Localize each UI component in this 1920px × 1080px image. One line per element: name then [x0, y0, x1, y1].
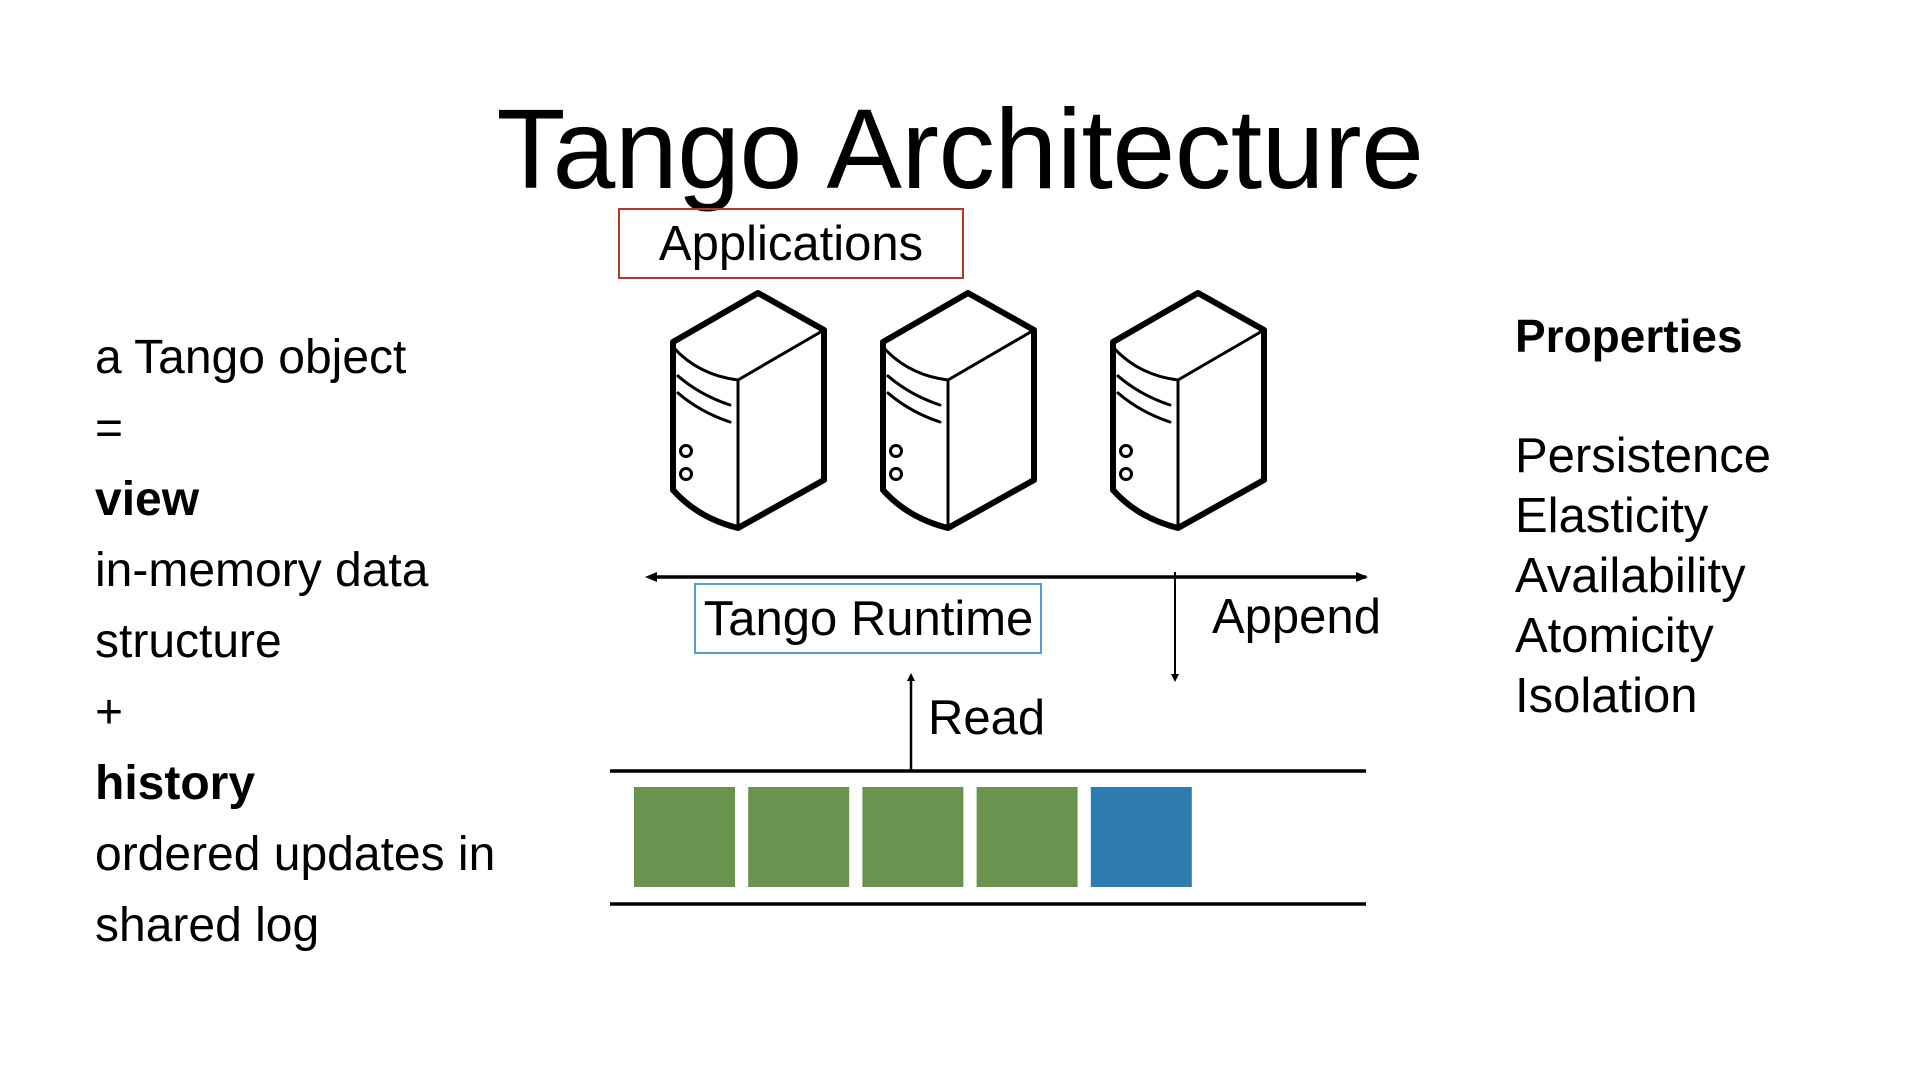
shared-log — [634, 787, 1192, 887]
tango-runtime-label: Tango Runtime — [703, 592, 1034, 646]
read-label: Read — [928, 691, 1046, 745]
log-entry-committed — [748, 787, 850, 887]
log-entry-committed — [634, 787, 735, 887]
append-label: Append — [1212, 590, 1381, 644]
bus-arrow-left-head — [645, 572, 657, 582]
architecture-diagram — [610, 572, 1368, 906]
log-entry-new — [1090, 787, 1192, 887]
log-entry-committed — [976, 787, 1078, 887]
log-entry-committed — [862, 787, 964, 887]
